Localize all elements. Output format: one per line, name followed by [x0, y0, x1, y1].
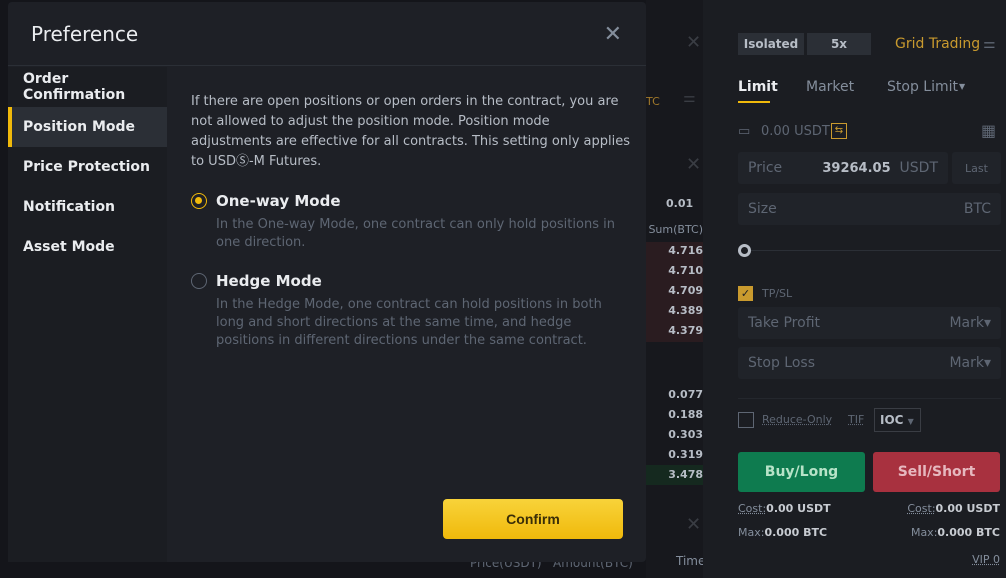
ask-sum: 4.709 [668, 284, 703, 297]
ask-sum: 4.716 [668, 244, 703, 257]
tpsl-label: TP/SL [762, 287, 793, 300]
slider-handle[interactable] [738, 244, 751, 257]
buy-max: Max:0.000 BTC [738, 526, 828, 539]
bid-sum: 0.303 [668, 428, 703, 441]
sell-short-button[interactable]: Sell/Short [873, 452, 1000, 492]
calculator-icon[interactable]: ▦ [981, 121, 996, 140]
preference-sidebar: Order Confirmation Position Mode Price P… [8, 67, 167, 562]
radio-unselected-icon[interactable] [191, 273, 207, 289]
take-profit-input[interactable]: Take Profit Mark▾ [738, 307, 1001, 339]
settings-icon[interactable]: ⚌ [983, 36, 996, 52]
unit-fragment: TC [646, 95, 660, 108]
ask-sum: 4.389 [668, 304, 703, 317]
dialog-title: Preference [31, 22, 139, 46]
ask-sum: 4.710 [668, 264, 703, 277]
leverage-button[interactable]: 5x [807, 33, 871, 55]
margin-mode-button[interactable]: Isolated [738, 33, 804, 55]
balance: 0.00 USDT [761, 124, 830, 139]
grid-trading-link[interactable]: Grid Trading [895, 36, 980, 52]
order-panel: Isolated 5x Grid Trading ⚌ Limit Market … [703, 0, 1006, 578]
last-button[interactable]: Last [952, 152, 1001, 184]
confirm-button[interactable]: Confirm [443, 499, 623, 539]
bid-sum: 3.478 [668, 468, 703, 481]
transfer-icon[interactable]: ⇆ [831, 123, 847, 139]
sidebar-item-price-protection[interactable]: Price Protection [8, 147, 167, 187]
vip-level-link[interactable]: VIP 0 [972, 553, 1000, 566]
sell-max: Max:0.000 BTC [910, 526, 1000, 539]
mark-select[interactable]: Mark▾ [949, 315, 991, 331]
hedge-mode-option[interactable]: Hedge Mode In the Hedge Mode, one contra… [191, 272, 631, 350]
size-slider[interactable] [738, 250, 1001, 251]
close-icon[interactable]: ✕ [686, 32, 701, 53]
preference-dialog: Preference ✕ Order Confirmation Position… [8, 2, 646, 562]
position-mode-description: If there are open positions or open orde… [191, 94, 630, 169]
caret-down-icon: ▼ [959, 82, 966, 91]
tick-select[interactable]: 0.01 [666, 197, 693, 210]
option-label: Hedge Mode [216, 272, 322, 290]
time-header: Time [676, 554, 706, 568]
close-icon[interactable]: ✕ [604, 22, 622, 47]
sidebar-item-order-confirmation[interactable]: Order Confirmation [8, 67, 167, 107]
sliders-icon[interactable]: ⚌ [683, 90, 696, 106]
option-description: In the One-way Mode, one contract can on… [216, 217, 615, 250]
ask-sum: 4.379 [668, 324, 703, 337]
sell-cost: Cost:0.00 USDT [907, 502, 1000, 515]
sidebar-item-asset-mode[interactable]: Asset Mode [8, 227, 167, 267]
reduce-only-checkbox[interactable] [738, 412, 754, 428]
sidebar-item-notification[interactable]: Notification [8, 187, 167, 227]
reduce-only-label: Reduce-Only [762, 413, 833, 426]
wallet-icon: ▭ [738, 124, 751, 139]
tab-market[interactable]: Market [806, 79, 854, 95]
bid-sum: 0.077 [668, 388, 703, 401]
tpsl-checkbox[interactable]: ✓ [738, 286, 753, 301]
option-label: One-way Mode [216, 192, 341, 210]
buy-long-button[interactable]: Buy/Long [738, 452, 865, 492]
bid-sum: 0.319 [668, 448, 703, 461]
price-input[interactable]: Price 39264.05 USDT [738, 152, 948, 184]
tif-label: TIF [848, 413, 865, 426]
bid-sum: 0.188 [668, 408, 703, 421]
orderbook-panel: TC ✕ ⚌ ✕ 0.01 Sum(BTC) 4.716 4.710 4.709… [646, 0, 706, 578]
one-way-mode-option[interactable]: One-way Mode In the One-way Mode, one co… [191, 192, 631, 252]
tab-stop-limit[interactable]: Stop Limit [887, 79, 958, 95]
close-icon[interactable]: ✕ [686, 514, 701, 535]
close-icon[interactable]: ✕ [686, 154, 701, 175]
option-description: In the Hedge Mode, one contract can hold… [216, 297, 602, 348]
tif-select[interactable]: IOC ▼ [874, 408, 921, 432]
radio-selected-icon[interactable] [191, 193, 207, 209]
sum-header: Sum(BTC) [648, 223, 703, 236]
stop-loss-input[interactable]: Stop Loss Mark▾ [738, 347, 1001, 379]
size-input[interactable]: Size BTC [738, 193, 1001, 225]
sidebar-item-position-mode[interactable]: Position Mode [8, 107, 167, 147]
position-mode-content: If there are open positions or open orde… [191, 92, 631, 350]
mark-select[interactable]: Mark▾ [949, 355, 991, 371]
buy-cost: Cost:0.00 USDT [738, 502, 831, 515]
dialog-header: Preference ✕ [8, 2, 646, 66]
tab-limit[interactable]: Limit [738, 79, 778, 95]
